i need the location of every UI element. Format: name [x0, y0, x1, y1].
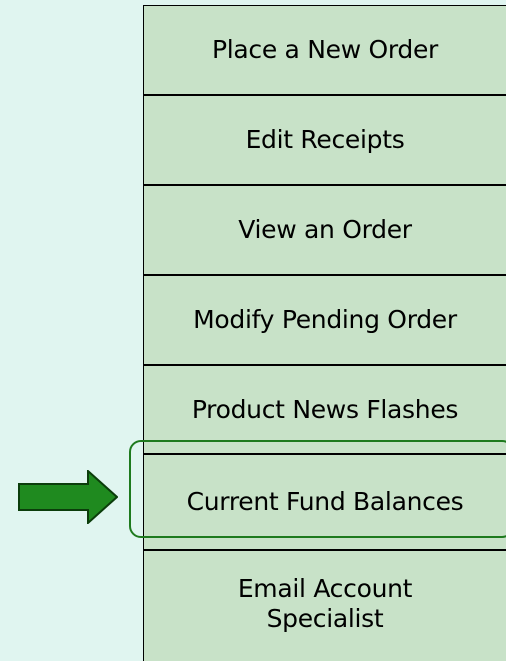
view-an-order-label: View an Order [238, 215, 412, 244]
modify-pending-order-label: Modify Pending Order [193, 305, 457, 334]
email-account-specialist-button[interactable]: Email Account Specialist [144, 551, 506, 656]
email-account-specialist-line2: Specialist [266, 603, 384, 633]
current-fund-balances-button[interactable]: Current Fund Balances [144, 455, 506, 551]
main-menu: Place a New Order Edit Receipts View an … [143, 5, 506, 661]
place-new-order-label: Place a New Order [211, 35, 439, 64]
email-account-specialist-label: Email Account Specialist [237, 573, 413, 634]
place-new-order-button[interactable]: Place a New Order [144, 6, 506, 96]
product-news-flashes-label: Product News Flashes [191, 394, 459, 424]
view-an-order-button[interactable]: View an Order [144, 186, 506, 276]
email-account-specialist-line1: Email Account [237, 573, 413, 603]
right-arrow-icon [18, 470, 118, 524]
edit-receipts-button[interactable]: Edit Receipts [144, 96, 506, 186]
current-fund-balances-label: Current Fund Balances [186, 487, 464, 516]
edit-receipts-label: Edit Receipts [245, 125, 405, 154]
modify-pending-order-button[interactable]: Modify Pending Order [144, 276, 506, 366]
product-news-flashes-button[interactable]: Product News Flashes [144, 366, 506, 455]
